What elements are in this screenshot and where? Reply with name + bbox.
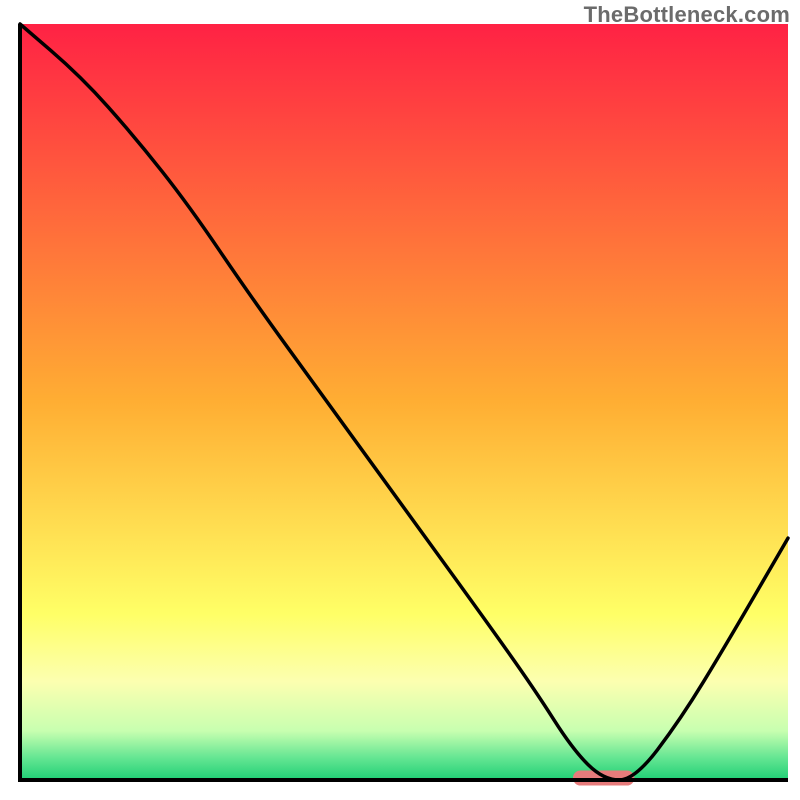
chart-svg [0, 0, 800, 800]
bottleneck-chart: TheBottleneck.com [0, 0, 800, 800]
watermark-text: TheBottleneck.com [584, 2, 790, 28]
